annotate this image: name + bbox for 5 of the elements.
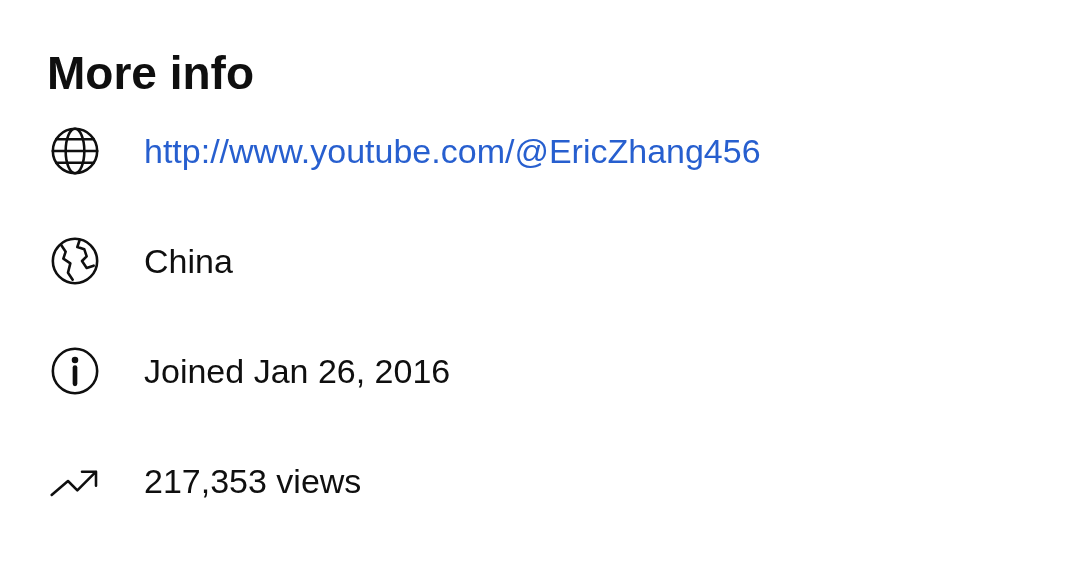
country-text: China [144, 240, 233, 282]
channel-link[interactable]: http://www.youtube.com/@EricZhang456 [144, 125, 761, 177]
join-date: Joined Jan 26, 2016 [144, 350, 451, 392]
view-count: 217,353 views [144, 460, 362, 502]
section-title: More info [47, 46, 254, 101]
